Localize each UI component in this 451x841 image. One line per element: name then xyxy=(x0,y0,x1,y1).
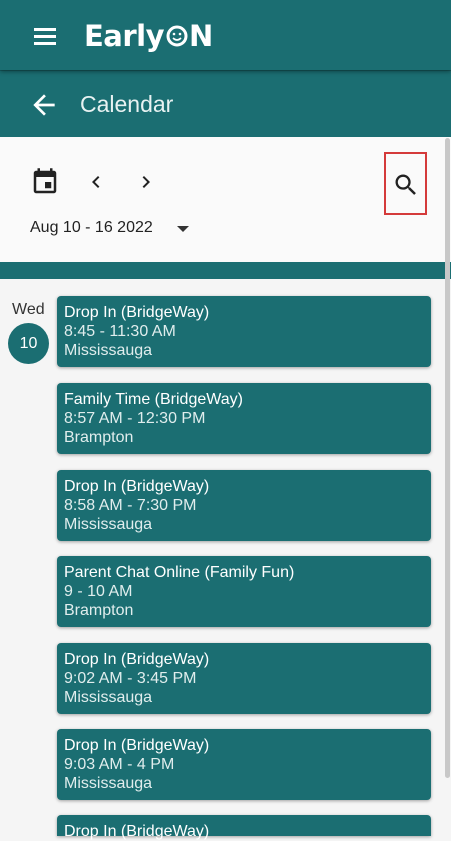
day-weekday: Wed xyxy=(12,301,45,318)
scrollbar[interactable] xyxy=(445,138,450,778)
event-card[interactable]: Parent Chat Online (Family Fun) 9 - 10 A… xyxy=(57,556,431,627)
event-location: Mississauga xyxy=(64,342,153,359)
event-location: Mississauga xyxy=(64,775,153,792)
event-time: 9:02 AM - 3:45 PM xyxy=(64,670,197,687)
chevron-right-icon[interactable] xyxy=(134,170,158,194)
event-card[interactable]: Family Time (BridgeWay) 8:57 AM - 12:30 … xyxy=(57,383,431,454)
logo-text-right: N xyxy=(189,19,213,53)
page-title: Calendar xyxy=(80,91,174,117)
day-date-badge[interactable]: 10 xyxy=(8,323,49,364)
logo-text-left: Early xyxy=(84,19,165,53)
caret-down-icon[interactable] xyxy=(177,226,189,232)
search-button[interactable] xyxy=(384,152,427,215)
date-range-label[interactable]: Aug 10 - 16 2022 xyxy=(30,219,153,237)
event-time: 9 - 10 AM xyxy=(64,583,133,600)
event-location: Mississauga xyxy=(64,516,153,533)
event-location: Brampton xyxy=(64,429,134,446)
event-title: Drop In (BridgeWay) xyxy=(64,651,210,668)
event-time: 8:58 AM - 7:30 PM xyxy=(64,497,197,514)
event-title: Drop In (BridgeWay) xyxy=(64,737,210,754)
event-time: 9:03 AM - 4 PM xyxy=(64,756,175,773)
page-header: Calendar xyxy=(0,70,451,137)
event-title: Parent Chat Online (Family Fun) xyxy=(64,564,295,581)
event-location: Mississauga xyxy=(64,689,153,706)
app-logo: Early N xyxy=(84,14,213,58)
event-time: 8:45 - 11:30 AM xyxy=(64,323,176,340)
search-icon xyxy=(395,174,416,195)
event-title: Drop In (BridgeWay) xyxy=(64,304,210,321)
event-title: Drop In (BridgeWay) xyxy=(64,823,210,840)
event-card[interactable]: Drop In (BridgeWay) 9:02 AM - 3:45 PM Mi… xyxy=(57,643,431,714)
event-card[interactable]: Drop In (BridgeWay) 8:58 AM - 7:30 PM Mi… xyxy=(57,470,431,541)
event-card[interactable]: Drop In (BridgeWay) 8:45 - 11:30 AM Miss… xyxy=(57,296,431,367)
toolbar-divider xyxy=(0,262,451,279)
event-card[interactable]: Drop In (BridgeWay) xyxy=(57,815,431,840)
arrow-back-icon[interactable] xyxy=(28,89,60,121)
app-bar: Early N xyxy=(0,0,451,70)
calendar-icon[interactable] xyxy=(30,167,60,197)
event-time: 8:57 AM - 12:30 PM xyxy=(64,410,206,427)
smiley-o-icon xyxy=(166,25,188,47)
event-card[interactable]: Drop In (BridgeWay) 9:03 AM - 4 PM Missi… xyxy=(57,729,431,800)
event-title: Family Time (BridgeWay) xyxy=(64,391,243,408)
menu-icon[interactable] xyxy=(28,22,62,52)
chevron-left-icon[interactable] xyxy=(84,170,108,194)
event-location: Brampton xyxy=(64,602,134,619)
event-title: Drop In (BridgeWay) xyxy=(64,478,210,495)
